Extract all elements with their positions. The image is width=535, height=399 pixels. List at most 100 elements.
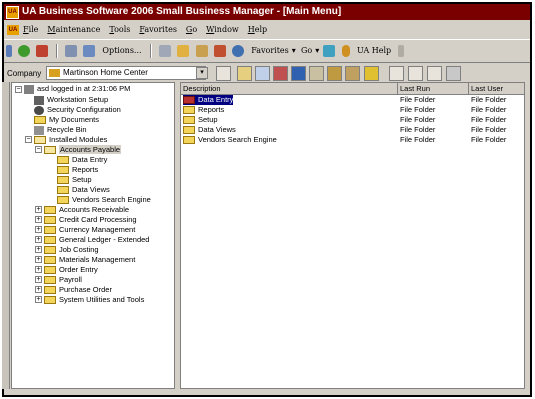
tree-item-materials-management[interactable]: Materials Management	[44, 255, 135, 265]
company-select[interactable]: Martinson Home Center	[46, 66, 206, 80]
list-row-last-run: File Folder	[400, 115, 436, 124]
menu-help[interactable]: Help	[248, 22, 267, 38]
expand-icon[interactable]: +	[35, 296, 42, 303]
network-icon[interactable]	[255, 66, 270, 81]
collapse-icon[interactable]: −	[35, 146, 42, 153]
recycle-bin-icon	[34, 125, 44, 135]
list-row[interactable]: Vendors Search Engine File Folder File F…	[181, 135, 524, 145]
tree-item-recycle-bin[interactable]: Recycle Bin	[34, 125, 87, 135]
tree-item-job-costing[interactable]: Job Costing	[44, 245, 99, 255]
tree-item-reports[interactable]: Reports	[57, 165, 98, 175]
tree-item-workstation-setup[interactable]: Workstation Setup	[34, 95, 108, 105]
list-row[interactable]: Reports File Folder File Folder	[181, 105, 524, 115]
refresh-icon[interactable]	[159, 45, 172, 57]
collapse-icon[interactable]: −	[15, 86, 22, 93]
tree-item-purchase-order[interactable]: Purchase Order	[44, 285, 112, 295]
ua-help-button[interactable]: UA Help	[357, 40, 391, 62]
small-icons-view-icon[interactable]	[389, 66, 404, 81]
tree-item-my-documents[interactable]: My Documents	[34, 115, 99, 125]
expand-icon[interactable]: +	[35, 286, 42, 293]
expand-icon[interactable]: +	[35, 276, 42, 283]
go-dropdown-icon[interactable]: ▾	[315, 40, 319, 62]
menu-file[interactable]: File	[23, 22, 38, 38]
list-row[interactable]: Data Views File Folder File Folder	[181, 125, 524, 135]
report-icon[interactable]	[309, 66, 324, 81]
list-view-icon[interactable]	[408, 66, 423, 81]
folder-icon	[44, 286, 56, 295]
favorites-dropdown-icon[interactable]: ▾	[292, 40, 296, 62]
toolbar-chevron-icon[interactable]	[398, 45, 405, 57]
view-back-icon[interactable]	[216, 66, 231, 81]
list-row-description: Data Entry	[183, 95, 234, 105]
expand-icon[interactable]: +	[35, 216, 42, 223]
menu-favorites[interactable]: Favorites	[139, 22, 177, 38]
tree-item-general-ledger-extended[interactable]: General Ledger - Extended	[44, 235, 149, 245]
folder-icon	[57, 166, 69, 175]
expand-icon[interactable]: +	[35, 236, 42, 243]
column-header-last-user[interactable]: Last User	[469, 83, 524, 94]
tree-item-data-entry[interactable]: Data Entry	[57, 155, 107, 165]
home-icon[interactable]	[213, 45, 226, 57]
content-list[interactable]: Description Last Run Last User Data Entr…	[180, 82, 525, 389]
tree-item-installed-modules[interactable]: Installed Modules	[34, 135, 107, 145]
navigation-tree[interactable]: − asd logged in at 2:31:06 PM Workstatio…	[11, 82, 175, 389]
search-icon[interactable]	[231, 45, 244, 57]
tree-item-accounts-receivable[interactable]: Accounts Receivable	[44, 205, 129, 215]
company-dropdown-icon[interactable]: ▾	[196, 67, 208, 79]
expand-icon[interactable]: +	[35, 226, 42, 233]
menu-tools[interactable]: Tools	[109, 22, 130, 38]
users-icon[interactable]	[36, 45, 49, 57]
folder-icon[interactable]	[177, 45, 190, 57]
list-row[interactable]: Setup File Folder File Folder	[181, 115, 524, 125]
grid-view-icon[interactable]	[446, 66, 461, 81]
expand-icon[interactable]: +	[35, 206, 42, 213]
collapse-icon[interactable]: −	[25, 136, 32, 143]
options-button[interactable]: Options...	[102, 40, 141, 62]
go-button[interactable]: Go	[301, 40, 312, 62]
left-splitter[interactable]	[2, 82, 10, 389]
tree-item-system-utilities-and-tools[interactable]: System Utilities and Tools	[44, 295, 144, 305]
globe-icon[interactable]	[18, 45, 31, 57]
tree-item-payroll[interactable]: Payroll	[44, 275, 82, 285]
tree-item-vendors-search-engine[interactable]: Vendors Search Engine	[57, 195, 151, 205]
tree-item-currency-management[interactable]: Currency Management	[44, 225, 135, 235]
toolbar-main: Options... Favorites ▾ Go ▾ UA Help	[4, 39, 530, 63]
expand-icon[interactable]: +	[35, 266, 42, 273]
details-view-icon[interactable]	[427, 66, 442, 81]
calc-icon[interactable]	[345, 66, 360, 81]
tree-root[interactable]: asd logged in at 2:31:06 PM	[24, 84, 130, 94]
tree-item-accounts-payable[interactable]: Accounts Payable	[44, 145, 122, 155]
column-header-last-run[interactable]: Last Run	[398, 83, 469, 94]
company-select-value: Martinson Home Center	[63, 68, 148, 77]
menu-go[interactable]: Go	[186, 22, 197, 38]
expand-icon[interactable]: +	[35, 256, 42, 263]
expand-icon[interactable]: +	[35, 246, 42, 253]
tools-icon[interactable]	[64, 45, 77, 57]
folder-icon	[44, 216, 56, 225]
tree-item-order-entry[interactable]: Order Entry	[44, 265, 98, 275]
tree-item-credit-card-processing[interactable]: Credit Card Processing	[44, 215, 137, 225]
person-icon[interactable]	[327, 66, 342, 81]
connect-icon[interactable]	[323, 45, 336, 57]
menu-window[interactable]: Window	[206, 22, 239, 38]
folder-icon	[44, 266, 56, 275]
menu-maintenance[interactable]: Maintenance	[47, 22, 100, 38]
toolbar-separator	[149, 44, 152, 58]
tree-item-data-views[interactable]: Data Views	[57, 185, 110, 195]
document-icon[interactable]: UA	[7, 24, 19, 35]
chart-icon[interactable]	[291, 66, 306, 81]
title-bar[interactable]: UA UA Business Software 2006 Small Busine…	[4, 4, 530, 20]
favorites-button[interactable]: Favorites	[251, 40, 289, 62]
star-icon[interactable]	[364, 66, 379, 81]
tree-item-setup[interactable]: Setup	[57, 175, 92, 185]
tree-item-security-configuration[interactable]: Security Configuration	[34, 105, 121, 115]
folder-up-icon[interactable]	[195, 45, 208, 57]
settings-icon[interactable]	[83, 45, 96, 57]
column-header-description[interactable]: Description	[181, 83, 398, 94]
list-row[interactable]: Data Entry File Folder File Folder	[181, 95, 524, 105]
list-row-description: Reports	[183, 105, 224, 115]
folder-icon	[44, 226, 56, 235]
folder-view-icon[interactable]	[237, 66, 252, 81]
users-group-icon[interactable]	[273, 66, 288, 81]
folder-icon	[57, 196, 69, 205]
